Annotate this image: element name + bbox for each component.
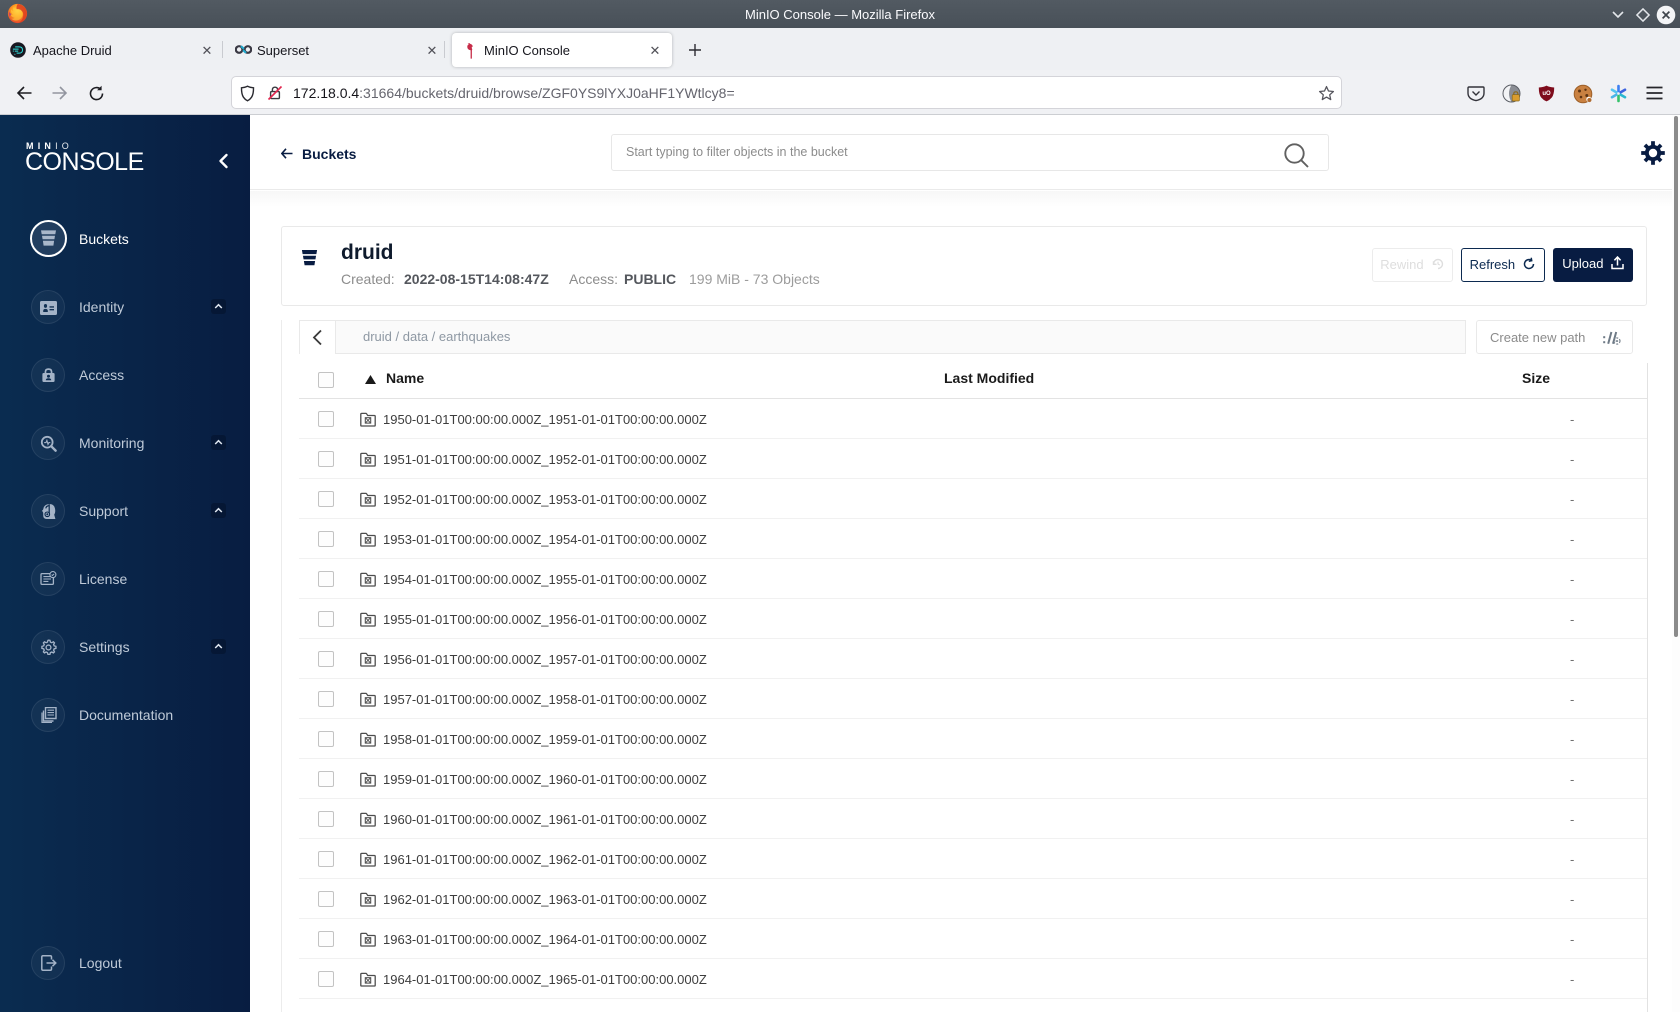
svg-text:uO: uO xyxy=(1542,91,1551,97)
